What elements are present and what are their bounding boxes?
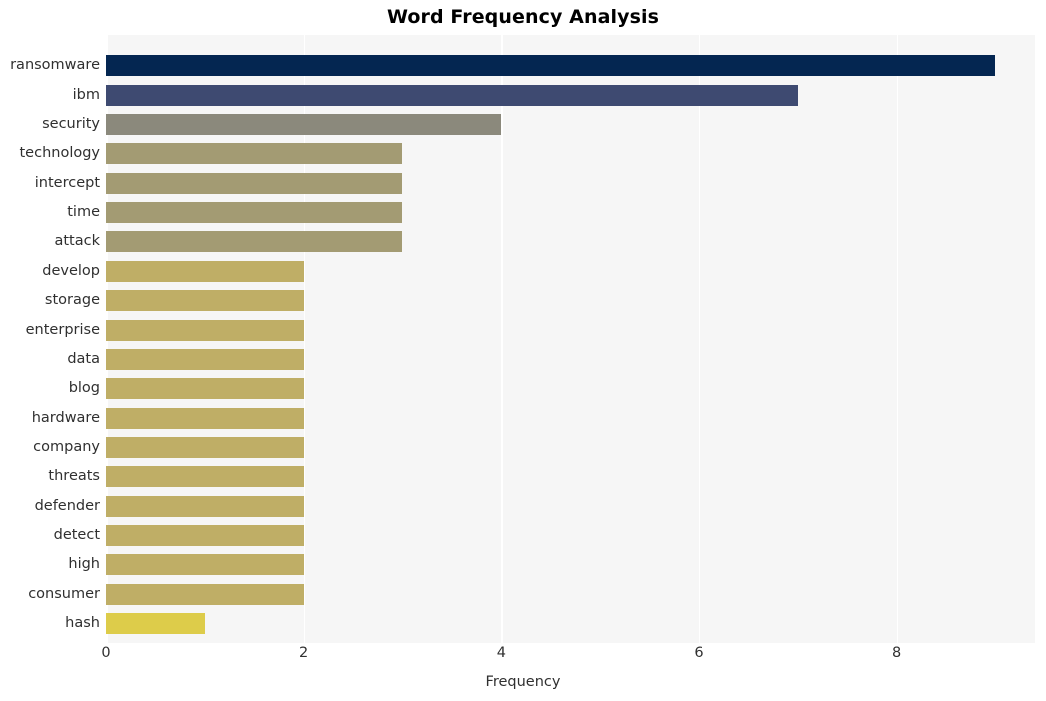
bar-row bbox=[106, 198, 1035, 226]
x-tick-label-2: 2 bbox=[299, 645, 309, 661]
y-tick-label-high: high bbox=[68, 556, 100, 573]
bar-detect[interactable] bbox=[106, 525, 304, 547]
y-tick-label-detect: detect bbox=[53, 527, 100, 544]
y-axis-tick-labels: ransomware ibm security technology intercept… bbox=[0, 35, 100, 643]
bar-row bbox=[106, 433, 1035, 461]
bar-ransomware[interactable] bbox=[106, 55, 996, 77]
y-tick-label-attack: attack bbox=[54, 233, 100, 250]
bar-time[interactable] bbox=[106, 202, 403, 223]
y-tick-label-ibm: ibm bbox=[72, 86, 100, 103]
y-tick-label-enterprise: enterprise bbox=[25, 321, 100, 338]
bar-row bbox=[106, 580, 1035, 608]
bar-row bbox=[106, 227, 1035, 255]
bar-row bbox=[106, 462, 1035, 490]
bar-technology[interactable] bbox=[106, 143, 403, 165]
bar-ibm[interactable] bbox=[106, 84, 798, 106]
bar-row bbox=[106, 521, 1035, 549]
bar-high[interactable] bbox=[106, 554, 304, 576]
x-axis-title: Frequency bbox=[485, 674, 561, 690]
y-tick-label-hash: hash bbox=[65, 615, 100, 632]
y-tick-label-threats: threats bbox=[48, 468, 100, 485]
bar-develop[interactable] bbox=[106, 260, 304, 282]
bar-row bbox=[106, 404, 1035, 432]
bar-security[interactable] bbox=[106, 113, 502, 135]
y-tick-label-defender: defender bbox=[34, 497, 100, 514]
y-tick-label-data: data bbox=[67, 350, 100, 367]
bar-storage[interactable] bbox=[106, 290, 304, 312]
x-tick-label-4: 4 bbox=[496, 645, 506, 661]
bar-intercept[interactable] bbox=[106, 172, 403, 194]
bar-enterprise[interactable] bbox=[106, 319, 304, 341]
bar-company[interactable] bbox=[106, 436, 304, 458]
bar-row bbox=[106, 257, 1035, 285]
bar-blog[interactable] bbox=[106, 378, 304, 400]
bar-row bbox=[106, 492, 1035, 520]
y-tick-label-hardware: hardware bbox=[31, 409, 100, 426]
y-tick-label-technology: technology bbox=[19, 145, 100, 162]
bar-row bbox=[106, 374, 1035, 402]
bar-row bbox=[106, 51, 1035, 79]
plot-area bbox=[106, 35, 1035, 643]
x-axis-tick-labels: 0 2 4 6 8 bbox=[101, 645, 1035, 669]
x-tick-label-8: 8 bbox=[892, 645, 902, 661]
bar-consumer[interactable] bbox=[106, 583, 304, 605]
bar-row bbox=[106, 81, 1035, 109]
x-tick-label-6: 6 bbox=[694, 645, 704, 661]
bar-attack[interactable] bbox=[106, 231, 403, 253]
y-tick-label-storage: storage bbox=[44, 292, 100, 309]
bar-hardware[interactable] bbox=[106, 407, 304, 429]
y-tick-label-security: security bbox=[42, 115, 100, 132]
bar-row bbox=[106, 139, 1035, 167]
y-tick-label-company: company bbox=[33, 438, 100, 455]
bar-row bbox=[106, 345, 1035, 373]
x-tick-label-0: 0 bbox=[101, 645, 111, 661]
bar-threats[interactable] bbox=[106, 466, 304, 488]
bar-data[interactable] bbox=[106, 348, 304, 370]
bar-row bbox=[106, 609, 1035, 637]
bar-row bbox=[106, 110, 1035, 138]
bar-hash[interactable] bbox=[106, 613, 205, 635]
chart-title: Word Frequency Analysis bbox=[386, 6, 660, 28]
bar-defender[interactable] bbox=[106, 495, 304, 517]
y-tick-label-intercept: intercept bbox=[34, 174, 100, 191]
chart-figure: Word Frequency Analysis ransomware ibm sec… bbox=[0, 0, 1046, 701]
y-tick-label-consumer: consumer bbox=[28, 585, 100, 602]
y-tick-label-develop: develop bbox=[42, 262, 100, 279]
bar-row bbox=[106, 286, 1035, 314]
y-tick-label-time: time bbox=[67, 204, 100, 220]
bar-row bbox=[106, 550, 1035, 578]
bar-row bbox=[106, 316, 1035, 344]
y-tick-label-blog: blog bbox=[68, 380, 100, 397]
y-tick-label-ransomware: ransomware bbox=[10, 57, 100, 74]
bar-row bbox=[106, 169, 1035, 197]
